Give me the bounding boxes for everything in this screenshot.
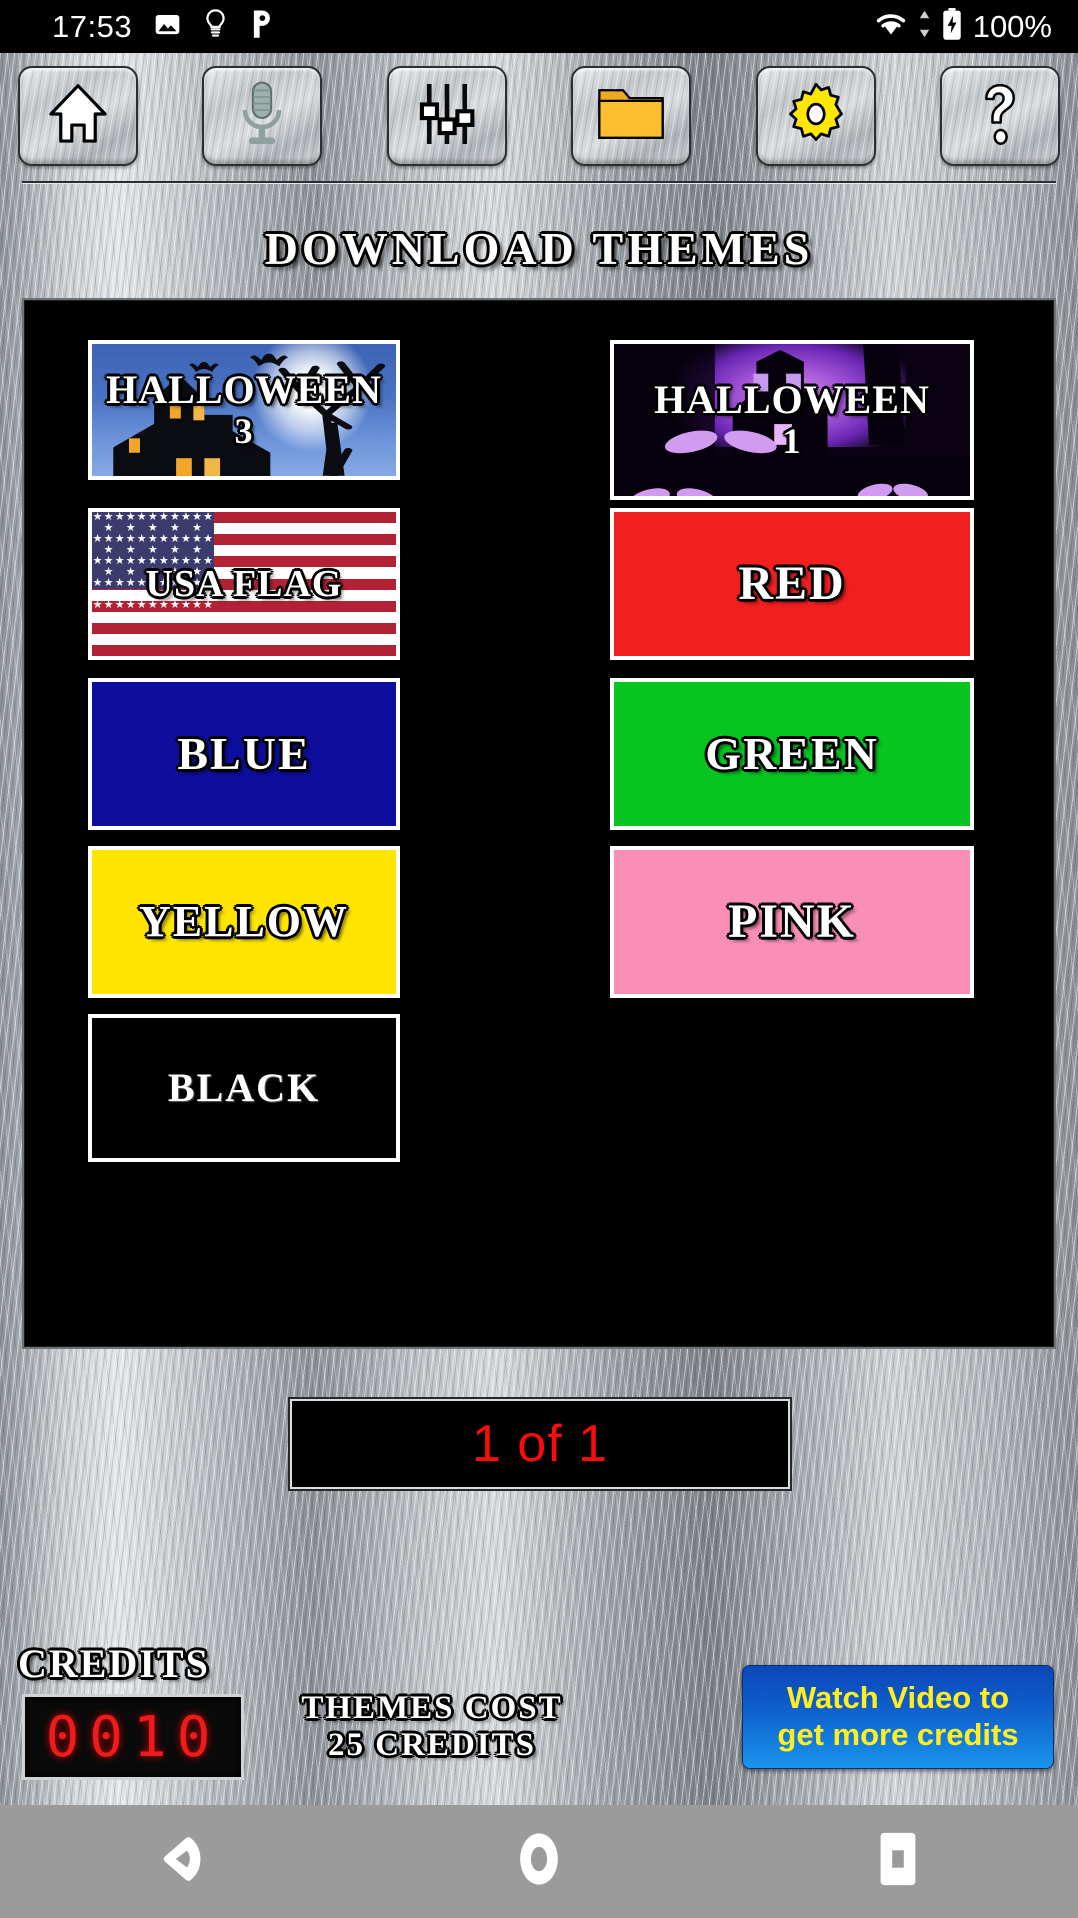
credits-label: CREDITS — [18, 1641, 210, 1686]
folder-button[interactable] — [571, 66, 692, 166]
wifi-icon — [874, 10, 908, 43]
watch-video-button[interactable]: Watch Video to get more credits — [742, 1665, 1054, 1769]
recents-square-icon — [876, 1830, 920, 1893]
credits-value: 0010 — [45, 1704, 221, 1770]
page-indicator-text: 1 of 1 — [471, 1415, 609, 1473]
theme-tile-label: HALLOWEEN 3 — [106, 367, 382, 451]
toolbar-divider — [22, 181, 1056, 184]
theme-tile-label: YELLOW — [138, 897, 350, 946]
theme-tile-label: BLUE — [177, 728, 311, 779]
equalizer-button[interactable] — [386, 66, 507, 166]
theme-tile-black[interactable]: BLACK — [88, 1014, 400, 1162]
page-title: DOWNLOAD THEMES — [264, 223, 814, 274]
cost-line-1: THEMES COST — [301, 1690, 563, 1726]
theme-tile-label: USA FLAG — [145, 563, 343, 605]
theme-tile-halloween-3[interactable]: HALLOWEEN 3 — [88, 340, 400, 480]
home-icon — [46, 83, 110, 150]
home-circle-icon — [511, 1828, 567, 1895]
watch-video-line-2: get more credits — [777, 1717, 1019, 1752]
theme-tile-label: HALLOWEEN 1 — [654, 377, 930, 461]
theme-grid: HALLOWEEN 3 HALLOWEEN 1 ★ ★ ★ ★ ★ ★ ★ ★ … — [24, 300, 1054, 1347]
status-bar-left: 17:53 — [25, 9, 274, 45]
android-nav-bar — [0, 1805, 1078, 1918]
theme-tile-label: BLACK — [167, 1065, 321, 1110]
battery-percent: 100% — [972, 8, 1052, 44]
home-button[interactable] — [18, 66, 138, 166]
question-mark-icon — [976, 81, 1024, 152]
top-toolbar — [0, 53, 1078, 179]
nav-recents-button[interactable] — [853, 1817, 943, 1907]
bat-icon — [250, 353, 289, 366]
data-transfer-icon — [918, 10, 931, 43]
theme-tile-label: PINK — [728, 895, 856, 948]
theme-list-panel: HALLOWEEN 3 HALLOWEEN 1 ★ ★ ★ ★ ★ ★ ★ ★ … — [22, 298, 1056, 1349]
status-bar-right: 100% — [874, 8, 1052, 45]
theme-tile-halloween-1[interactable]: HALLOWEEN 1 — [610, 340, 974, 500]
equalizer-sliders-icon — [417, 81, 477, 152]
credits-display: 0010 — [22, 1694, 244, 1780]
status-bar: 17:53 100% — [0, 0, 1078, 53]
microphone-icon — [235, 80, 289, 153]
lightbulb-icon — [203, 9, 228, 44]
theme-tile-yellow[interactable]: YELLOW — [88, 846, 400, 998]
theme-tile-usa-flag[interactable]: ★ ★ ★ ★ ★ ★ ★ ★ ★ ★ ★ ★ ★ ★ ★ ★ ★ ★ ★ ★ ★ ★ ★ ★ ★ ★ ★ ★ ★ ★ ★ ★ ★ ★ ★ ★… — [88, 508, 400, 660]
watch-video-label: Watch Video to get more credits — [777, 1680, 1018, 1753]
theme-tile-red[interactable]: RED — [610, 508, 974, 660]
themes-cost-text: THEMES COST 25 CREDITS — [262, 1690, 602, 1764]
status-clock: 17:53 — [52, 8, 133, 44]
app-root: 17:53 100% DOWNLOAD THEMES HALLOWEEN 3 H… — [0, 0, 1078, 1918]
theme-tile-pink[interactable]: PINK — [610, 846, 974, 998]
theme-tile-blue[interactable]: BLUE — [88, 678, 400, 830]
watch-video-line-1: Watch Video to — [786, 1680, 1010, 1716]
p-app-icon — [250, 9, 274, 44]
nav-home-button[interactable] — [494, 1817, 584, 1907]
theme-tile-green[interactable]: GREEN — [610, 678, 974, 830]
help-button[interactable] — [939, 66, 1060, 166]
image-icon — [154, 11, 181, 43]
nav-back-button[interactable] — [135, 1817, 225, 1907]
settings-button[interactable] — [755, 66, 876, 166]
theme-tile-label: RED — [738, 557, 846, 610]
folder-icon — [596, 85, 666, 148]
gear-icon — [785, 82, 847, 150]
microphone-button[interactable] — [202, 66, 323, 166]
cost-line-2: 25 CREDITS — [328, 1726, 536, 1763]
battery-charging-icon — [941, 8, 963, 45]
back-triangle-icon — [149, 1828, 211, 1895]
theme-tile-label: GREEN — [705, 728, 879, 779]
page-indicator[interactable]: 1 of 1 — [290, 1399, 790, 1489]
